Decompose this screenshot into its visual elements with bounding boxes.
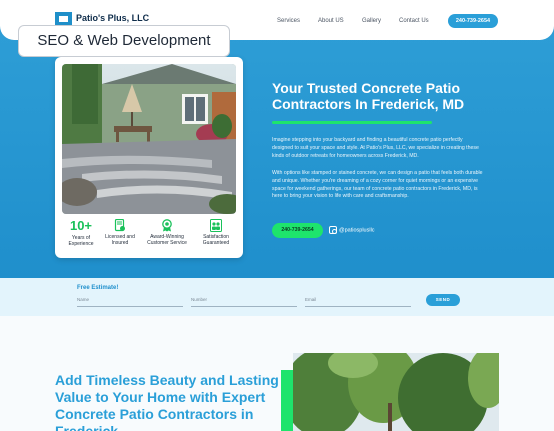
- photo-accent: [281, 370, 293, 431]
- seo-badge: SEO & Web Development: [18, 25, 230, 57]
- hero-phone-button[interactable]: 240-739-2654: [272, 223, 323, 238]
- award-icon: [162, 219, 172, 232]
- intro-heading: Add Timeless Beauty and Lasting Value to…: [55, 372, 279, 431]
- nav-services[interactable]: Services: [277, 18, 300, 24]
- nav-gallery[interactable]: Gallery: [362, 18, 381, 24]
- hero-paragraph-1: Imagine stepping into your backyard and …: [272, 137, 479, 159]
- page: Patio's Plus, LLC Services About US Gall…: [0, 0, 554, 431]
- stat-experience-value: 10+: [69, 218, 93, 233]
- estimate-form: Free Estimate! Name Number Email: [0, 278, 554, 316]
- stat-satisfaction: Satisfaction Guaranteed: [195, 219, 237, 246]
- instagram-link[interactable]: @patiosplusllc: [329, 226, 375, 234]
- send-button[interactable]: SEND: [426, 294, 460, 306]
- team-icon: [210, 219, 222, 232]
- header-phone-button[interactable]: 240-739-2654: [448, 14, 498, 28]
- instagram-handle: @patiosplusllc: [339, 227, 375, 234]
- trees-photo: [293, 353, 499, 431]
- document-check-icon: [114, 219, 125, 232]
- email-field[interactable]: Email: [305, 296, 411, 307]
- stat-award: Award-Winning Customer Service: [146, 219, 188, 246]
- nav-about[interactable]: About US: [318, 18, 344, 24]
- patio-photo: [62, 64, 236, 214]
- hero-paragraph-2: With options like stamped or stained con…: [272, 170, 483, 200]
- stat-licensed-label: Licensed and Insured: [105, 234, 135, 246]
- nav-contact[interactable]: Contact Us: [399, 18, 429, 24]
- stat-experience: 10+ Years of Experience: [60, 218, 102, 248]
- estimate-title: Free Estimate!: [77, 285, 119, 291]
- name-field[interactable]: Name: [77, 296, 183, 307]
- logo-icon[interactable]: [55, 12, 72, 26]
- stat-award-label: Award-Winning Customer Service: [147, 234, 187, 246]
- hero-image-card: 10+ Years of Experience Licensed and Ins…: [55, 57, 243, 258]
- logo-text[interactable]: Patio's Plus, LLC: [76, 13, 149, 23]
- stat-licensed: Licensed and Insured: [99, 219, 141, 246]
- stat-experience-label: Years of Experience: [68, 235, 94, 247]
- instagram-icon: [329, 226, 337, 234]
- hero-divider: [272, 121, 432, 124]
- hero-title: Your Trusted Concrete Patio Contractors …: [272, 80, 465, 112]
- number-field[interactable]: Number: [191, 296, 297, 307]
- stat-satisfaction-label: Satisfaction Guaranteed: [202, 234, 230, 246]
